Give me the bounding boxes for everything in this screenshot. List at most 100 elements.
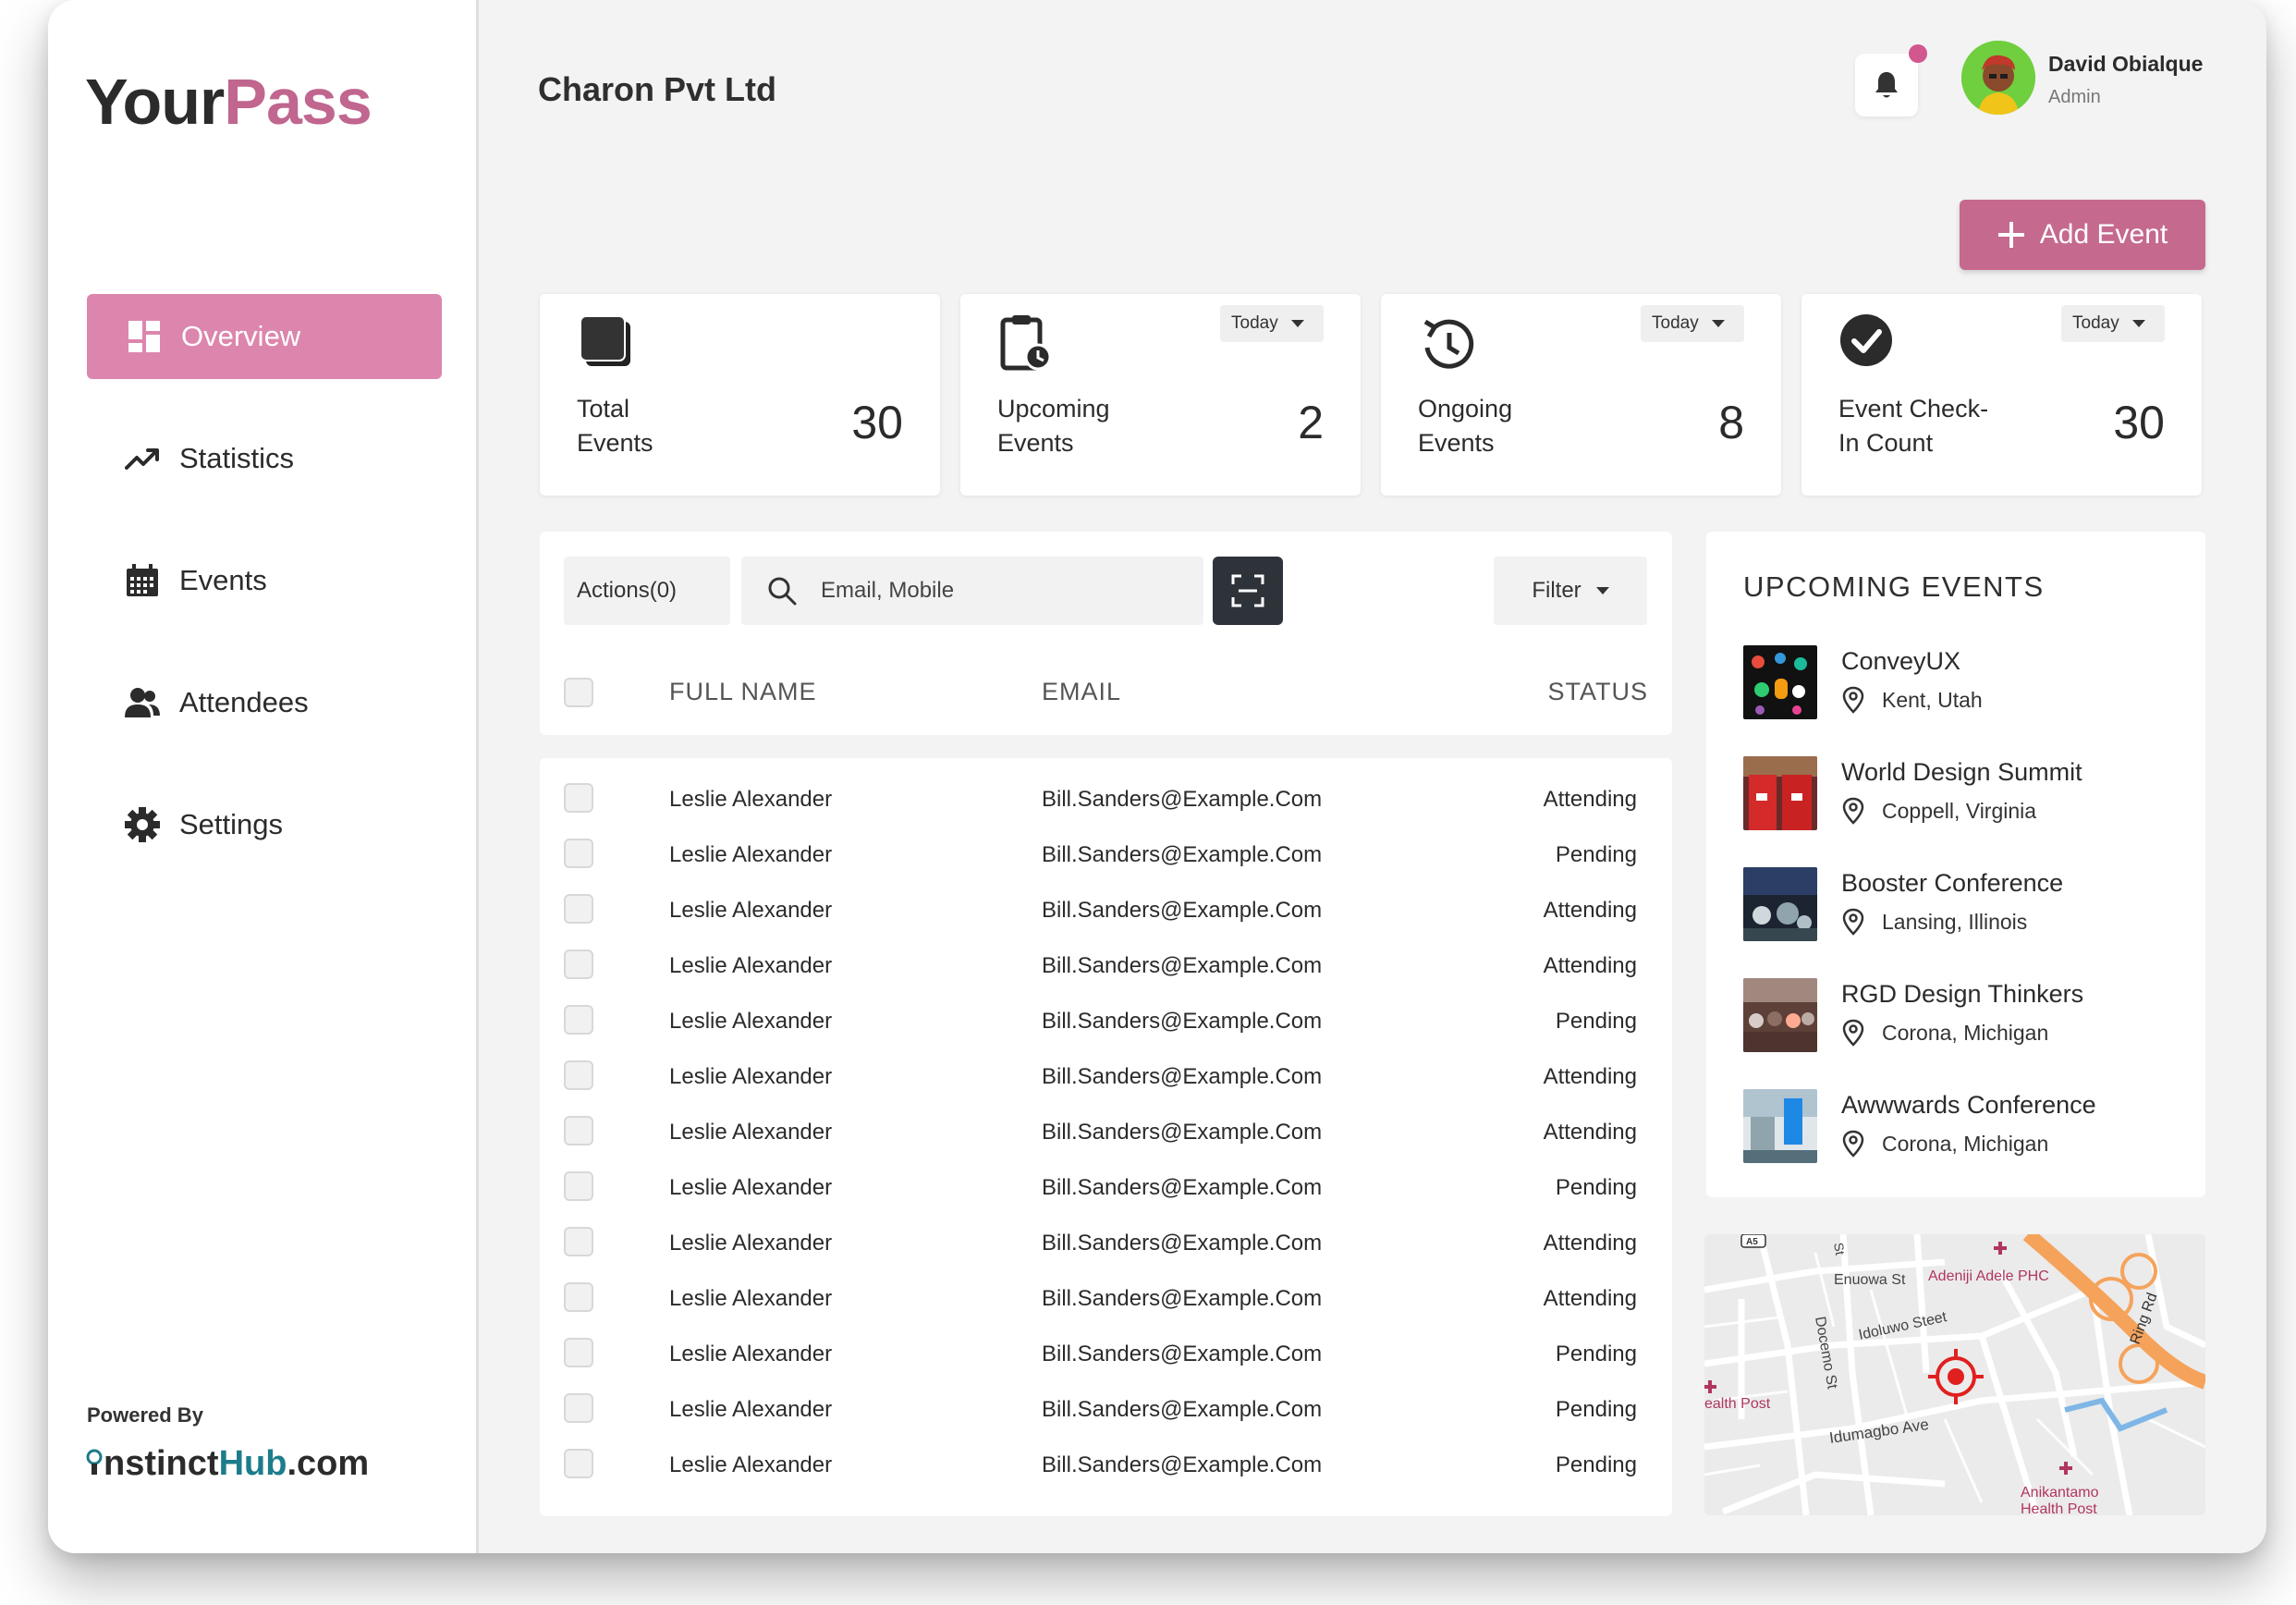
period-dropdown[interactable]: Today (2061, 305, 2165, 342)
column-header-email[interactable]: EMAIL (1042, 678, 1121, 706)
event-item[interactable]: RGD Design Thinkers Corona, Michigan (1743, 978, 2187, 1052)
event-name: ConveyUX (1841, 647, 1961, 675)
event-location: Corona, Michigan (1882, 1132, 2049, 1156)
event-thumbnail (1743, 867, 1817, 941)
row-checkbox[interactable] (564, 1060, 593, 1090)
row-checkbox[interactable] (564, 1171, 593, 1201)
gear-icon (124, 806, 161, 843)
clipboard-clock-icon (1000, 315, 1052, 371)
notification-button[interactable] (1855, 54, 1918, 116)
table-row[interactable]: Leslie Alexander Bill.Sanders@Example.Com… (540, 1159, 1672, 1215)
table-row[interactable]: Leslie Alexander Bill.Sanders@Example.Com… (540, 1104, 1672, 1159)
table-row[interactable]: Leslie Alexander Bill.Sanders@Example.Com… (540, 1437, 1672, 1492)
table-row[interactable]: Leslie Alexander Bill.Sanders@Example.Com… (540, 1270, 1672, 1326)
row-checkbox[interactable] (564, 1449, 593, 1478)
chevron-down-icon (1595, 587, 1609, 594)
attendee-status: Pending (1555, 1175, 1637, 1200)
event-location: Corona, Michigan (1882, 1021, 2049, 1045)
table-row[interactable]: Leslie Alexander Bill.Sanders@Example.Com… (540, 827, 1672, 882)
sidebar-item-statistics[interactable]: Statistics (87, 416, 442, 501)
period-dropdown[interactable]: Today (1220, 305, 1324, 342)
period-dropdown[interactable]: Today (1641, 305, 1744, 342)
select-all-checkbox[interactable] (564, 678, 593, 707)
map-label: A5 (1746, 1237, 1758, 1247)
table-row[interactable]: Leslie Alexander Bill.Sanders@Example.Com… (540, 993, 1672, 1048)
sidebar-item-label: Attendees (179, 686, 309, 718)
row-checkbox[interactable] (564, 894, 593, 924)
stat-card-check-in-count: Today Event Check- In Count 30 (1801, 294, 2202, 496)
sidebar-item-settings[interactable]: Settings (87, 782, 442, 867)
attendee-status: Pending (1555, 1009, 1637, 1034)
plus-icon (1997, 222, 2024, 248)
row-checkbox[interactable] (564, 1227, 593, 1256)
avatar[interactable] (1961, 41, 2035, 115)
scan-qr-button[interactable] (1213, 557, 1283, 625)
attendee-email: Bill.Sanders@Example.Com (1042, 1342, 1323, 1366)
sidebar-item-overview[interactable]: Overview (87, 294, 442, 379)
attendee-email: Bill.Sanders@Example.Com (1042, 1120, 1323, 1145)
event-item[interactable]: World Design Summit Coppell, Virginia (1743, 756, 2187, 830)
notification-dot (1909, 44, 1927, 63)
event-item[interactable]: Booster Conference Lansing, Illinois (1743, 867, 2187, 941)
attendee-name: Leslie Alexander (669, 1175, 833, 1200)
event-item[interactable]: Awwwards Conference Corona, Michigan (1743, 1089, 2187, 1163)
event-thumbnail (1743, 756, 1817, 830)
attendee-name: Leslie Alexander (669, 1120, 833, 1145)
square-stack-icon (580, 315, 630, 366)
chevron-down-icon (1290, 320, 1304, 327)
row-checkbox[interactable] (564, 1116, 593, 1146)
check-circle-icon (1840, 314, 1892, 366)
stat-label: Ongoing Events (1418, 395, 1513, 457)
row-checkbox[interactable] (564, 950, 593, 979)
sidebar-item-attendees[interactable]: Attendees (87, 660, 442, 745)
event-map[interactable]: A5 Enuowa St Adeniji Adele PHC Idoluwo S… (1704, 1234, 2205, 1515)
attendee-status: Pending (1555, 1397, 1637, 1422)
attendee-name: Leslie Alexander (669, 1342, 833, 1366)
instincthub-logo[interactable]: nstinctHub.com (85, 1444, 369, 1484)
row-checkbox[interactable] (564, 1338, 593, 1367)
row-checkbox[interactable] (564, 1282, 593, 1312)
map-label: ealth Post (1704, 1396, 1771, 1412)
table-row[interactable]: Leslie Alexander Bill.Sanders@Example.Com… (540, 1326, 1672, 1381)
attendee-email: Bill.Sanders@Example.Com (1042, 953, 1323, 978)
map-label: Anikantamo (2021, 1485, 2099, 1501)
powered-by-label: Powered By (87, 1403, 203, 1427)
attendee-name: Leslie Alexander (669, 1231, 833, 1256)
filter-button[interactable]: Filter (1494, 557, 1647, 625)
table-row[interactable]: Leslie Alexander Bill.Sanders@Example.Com… (540, 882, 1672, 937)
stat-label: Upcoming Events (997, 395, 1110, 457)
app-logo[interactable]: YourPass (85, 65, 372, 139)
user-role: Admin (2048, 87, 2101, 107)
row-checkbox[interactable] (564, 783, 593, 813)
location-pin-icon (1842, 1019, 1864, 1047)
row-checkbox[interactable] (564, 1393, 593, 1423)
add-event-button[interactable]: Add Event (1960, 200, 2205, 270)
row-checkbox[interactable] (564, 839, 593, 868)
actions-button[interactable]: Actions(0) (564, 557, 730, 625)
attendee-status: Attending (1543, 1231, 1637, 1256)
column-header-status[interactable]: STATUS (1547, 678, 1648, 706)
table-row[interactable]: Leslie Alexander Bill.Sanders@Example.Com… (540, 1048, 1672, 1104)
event-item[interactable]: ConveyUX Kent, Utah (1743, 645, 2187, 719)
bulb-icon (86, 1449, 103, 1475)
attendee-status: Attending (1543, 787, 1637, 812)
attendee-table-header: Actions(0) Email, Mobile Filter FULL NAM… (540, 532, 1672, 735)
table-row[interactable]: Leslie Alexander Bill.Sanders@Example.Com… (540, 771, 1672, 827)
sidebar-nav: Overview Statistics Events Attendees Set… (87, 294, 442, 904)
search-input[interactable]: Email, Mobile (741, 557, 1203, 625)
table-row[interactable]: Leslie Alexander Bill.Sanders@Example.Com… (540, 1381, 1672, 1437)
table-row[interactable]: Leslie Alexander Bill.Sanders@Example.Com… (540, 1215, 1672, 1270)
trend-up-icon (124, 440, 161, 477)
location-pin-icon (1842, 686, 1864, 714)
sidebar-item-events[interactable]: Events (87, 538, 442, 623)
table-row[interactable]: Leslie Alexander Bill.Sanders@Example.Com… (540, 937, 1672, 993)
attendee-status: Attending (1543, 898, 1637, 923)
attendee-email: Bill.Sanders@Example.Com (1042, 842, 1323, 867)
attendee-name: Leslie Alexander (669, 1397, 833, 1422)
attendee-status: Pending (1555, 1342, 1637, 1366)
map-label: Health Post (2021, 1501, 2097, 1515)
location-pin-icon (1842, 797, 1864, 825)
row-checkbox[interactable] (564, 1005, 593, 1035)
stat-card-total-events: Total Events 30 (540, 294, 940, 496)
column-header-name[interactable]: FULL NAME (669, 678, 817, 706)
